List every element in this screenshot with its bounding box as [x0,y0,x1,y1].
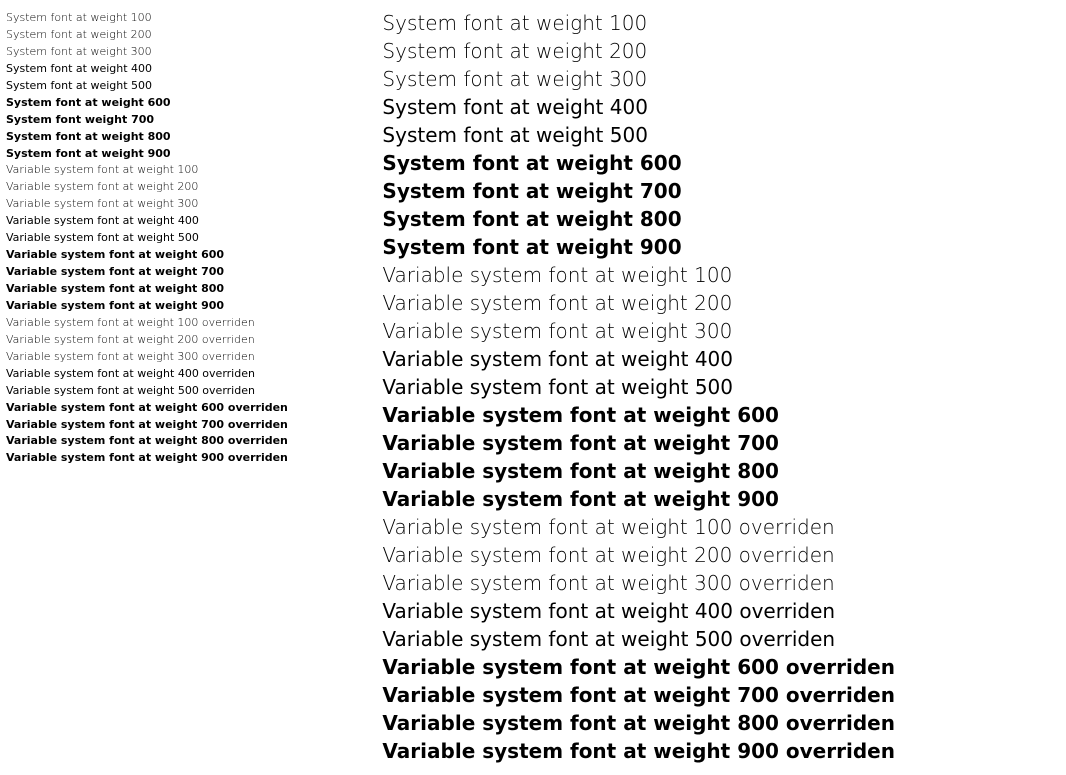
list-item: Variable system font at weight 800 [6,281,382,297]
list-item: Variable system font at weight 700 [382,430,1060,457]
list-item: Variable system font at weight 300 [382,318,1060,345]
list-item: Variable system font at weight 600 overr… [382,654,1060,681]
list-item: System font at weight 800 [6,129,382,145]
list-item: System font at weight 400 [6,61,382,77]
list-item: Variable system font at weight 200 overr… [382,542,1060,569]
list-item: System font at weight 100 [382,10,1060,37]
list-item: Variable system font at weight 700 [6,264,382,280]
list-item: Variable system font at weight 600 overr… [6,400,382,416]
left-column: System font at weight 100 System font at… [6,10,382,765]
list-item: Variable system font at weight 900 [382,486,1060,513]
list-item: Variable system font at weight 400 [6,213,382,229]
list-item: System font at weight 500 [382,122,1060,149]
list-item: Variable system font at weight 900 overr… [6,450,382,466]
list-item: Variable system font at weight 400 overr… [382,598,1060,625]
list-item: System font at weight 200 [6,27,382,43]
list-item: System font at weight 300 [382,66,1060,93]
list-item: Variable system font at weight 100 [6,162,382,178]
right-column: System font at weight 100 System font at… [382,10,1060,765]
list-item: System font at weight 300 [6,44,382,60]
list-item: Variable system font at weight 300 overr… [382,570,1060,597]
list-item: Variable system font at weight 200 [382,290,1060,317]
list-item: System font at weight 700 [382,178,1060,205]
list-item: Variable system font at weight 300 [6,196,382,212]
list-item: System font at weight 100 [6,10,382,26]
list-item: Variable system font at weight 800 overr… [6,433,382,449]
list-item: Variable system font at weight 800 [382,458,1060,485]
list-item: Variable system font at weight 900 [6,298,382,314]
list-item: Variable system font at weight 300 overr… [6,349,382,365]
list-item: Variable system font at weight 500 [6,230,382,246]
list-item: Variable system font at weight 700 overr… [6,417,382,433]
list-item: System font at weight 900 [6,146,382,162]
list-item: Variable system font at weight 400 [382,346,1060,373]
list-item: Variable system font at weight 200 overr… [6,332,382,348]
list-item: Variable system font at weight 800 overr… [382,710,1060,737]
list-item: System font at weight 400 [382,94,1060,121]
list-item: System font weight 700 [6,112,382,128]
list-item: System font at weight 200 [382,38,1060,65]
list-item: System font at weight 500 [6,78,382,94]
list-item: Variable system font at weight 900 overr… [382,738,1060,765]
list-item: Variable system font at weight 700 overr… [382,682,1060,709]
list-item: System font at weight 800 [382,206,1060,233]
list-item: System font at weight 900 [382,234,1060,261]
list-item: Variable system font at weight 100 overr… [382,514,1060,541]
list-item: Variable system font at weight 100 overr… [6,315,382,331]
list-item: Variable system font at weight 600 [382,402,1060,429]
list-item: Variable system font at weight 200 [6,179,382,195]
list-item: System font at weight 600 [382,150,1060,177]
list-item: Variable system font at weight 500 overr… [382,626,1060,653]
list-item: Variable system font at weight 600 [6,247,382,263]
list-item: System font at weight 600 [6,95,382,111]
list-item: Variable system font at weight 400 overr… [6,366,382,382]
list-item: Variable system font at weight 500 overr… [6,383,382,399]
list-item: Variable system font at weight 100 [382,262,1060,289]
list-item: Variable system font at weight 500 [382,374,1060,401]
